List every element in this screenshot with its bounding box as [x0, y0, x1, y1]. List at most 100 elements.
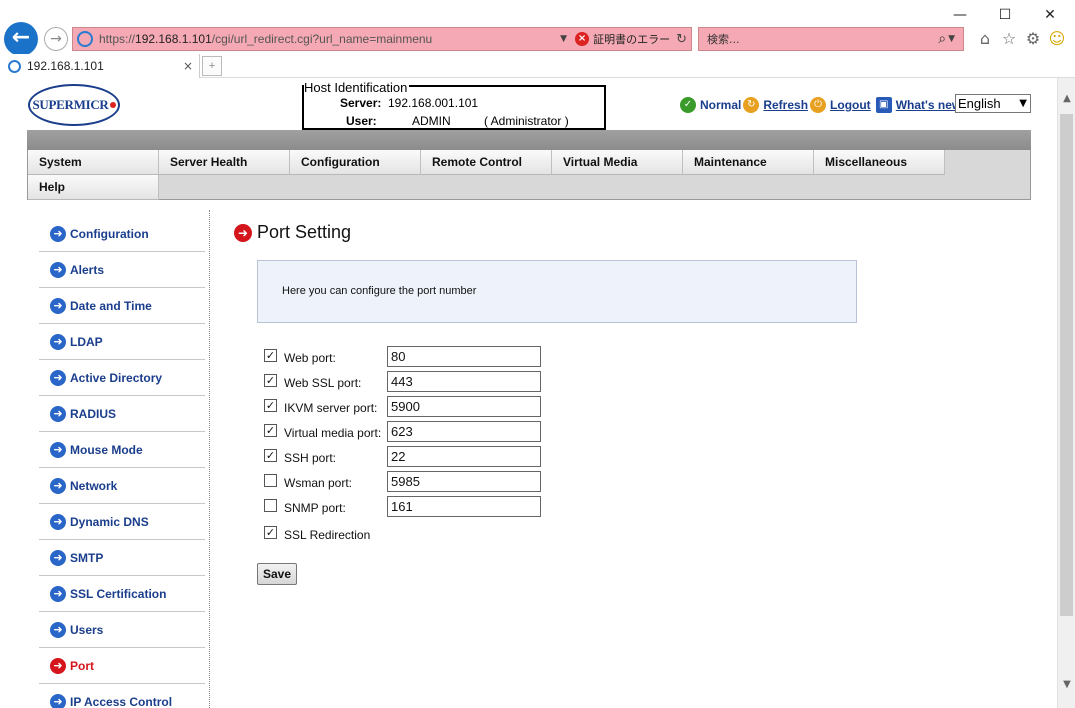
normal-status-label: Normal [700, 98, 742, 112]
search-icon[interactable]: ⌕ [938, 31, 946, 47]
sidebar-item-ldap[interactable]: ➜ LDAP [39, 324, 205, 360]
search-dropdown-icon[interactable]: ▼ [948, 34, 955, 44]
search-input[interactable]: 検索... [707, 31, 938, 47]
user-value: ADMIN [412, 114, 451, 128]
sidebar-item-radius[interactable]: ➜ RADIUS [39, 396, 205, 432]
menu-remote-control[interactable]: Remote Control [421, 150, 552, 175]
menu-system[interactable]: System [28, 150, 159, 175]
info-box: Here you can configure the port number [257, 260, 857, 323]
wsman-port-label: Wsman port: [284, 476, 353, 490]
logout-link[interactable]: Logout [830, 98, 871, 112]
refresh-icon[interactable]: ↻ [676, 32, 687, 47]
sidebar-item-mouse-mode[interactable]: ➜ Mouse Mode [39, 432, 205, 468]
sidebar-item-network[interactable]: ➜ Network [39, 468, 205, 504]
browser-tab[interactable]: 192.168.1.101 × [0, 54, 200, 78]
refresh-link[interactable]: Refresh [763, 98, 808, 112]
wsman-port-checkbox[interactable] [264, 474, 277, 487]
web-ssl-port-checkbox[interactable]: ✓ [264, 374, 277, 387]
web-port-checkbox[interactable]: ✓ [264, 349, 277, 362]
cert-error-label[interactable]: 証明書のエラー [593, 31, 670, 47]
header-links: ✓ Normal ↻ Refresh ⏻ Logout ▣ What's new [680, 95, 963, 115]
forward-button[interactable]: → [44, 27, 68, 51]
menu-miscellaneous[interactable]: Miscellaneous [814, 150, 945, 175]
whats-new-link[interactable]: What's new [896, 98, 962, 112]
snmp-port-input[interactable]: 161 [387, 496, 541, 517]
config-sidebar: ➜ Configuration ➜ Alerts ➜ Date and Time ➜ L… [39, 216, 205, 708]
web-ssl-port-input[interactable]: 443 [387, 371, 541, 392]
ikvm-port-checkbox[interactable]: ✓ [264, 399, 277, 412]
tab-close-icon[interactable]: × [183, 59, 193, 73]
smiley-feedback-icon[interactable]: ☺ [1047, 29, 1067, 49]
virtual-media-port-input[interactable]: 623 [387, 421, 541, 442]
arrow-right-icon: ➜ [50, 513, 66, 530]
ssl-redirection-label: SSL Redirection [284, 528, 371, 542]
web-ssl-port-label: Web SSL port: [284, 376, 362, 390]
back-button[interactable]: ← [4, 22, 38, 56]
menu-help[interactable]: Help [28, 175, 159, 200]
sidebar-item-active-directory[interactable]: ➜ Active Directory [39, 360, 205, 396]
favorites-star-icon[interactable]: ☆ [999, 29, 1019, 49]
snmp-port-checkbox[interactable] [264, 499, 277, 512]
address-dropdown-icon[interactable]: ▼ [560, 34, 567, 44]
new-tab-button[interactable]: + [202, 56, 222, 76]
minimize-button[interactable]: — [940, 4, 980, 26]
menu-server-health[interactable]: Server Health [159, 150, 290, 175]
url-text[interactable]: https://192.168.1.101/cgi/url_redirect.c… [99, 32, 560, 46]
page-title: ➜ Port Setting [234, 222, 351, 243]
arrow-right-icon: ➜ [50, 549, 66, 566]
ssh-port-checkbox[interactable]: ✓ [264, 449, 277, 462]
sidebar-item-configuration[interactable]: ➜ Configuration [39, 216, 205, 252]
save-button[interactable]: Save [257, 563, 297, 585]
sidebar-divider [209, 210, 210, 708]
ikvm-port-input[interactable]: 5900 [387, 396, 541, 417]
maximize-button[interactable]: ☐ [985, 4, 1025, 26]
menu-maintenance[interactable]: Maintenance [683, 150, 814, 175]
monitor-icon[interactable]: ▣ [875, 97, 892, 113]
sidebar-item-smtp[interactable]: ➜ SMTP [39, 540, 205, 576]
language-select[interactable]: English ▼ [955, 94, 1031, 113]
search-box[interactable]: 検索... ⌕ ▼ [698, 27, 964, 51]
menu-virtual-media[interactable]: Virtual Media [552, 150, 683, 175]
scroll-down-icon[interactable]: ▼ [1058, 676, 1075, 694]
arrow-right-icon: ➜ [50, 333, 66, 350]
address-bar[interactable]: https://192.168.1.101/cgi/url_redirect.c… [72, 27, 692, 51]
web-page: SUPERMICR Host Identification Server: 19… [0, 78, 1057, 708]
logout-icon[interactable]: ⏻ [810, 97, 827, 113]
header-divider-bar [27, 130, 1031, 150]
refresh-icon[interactable]: ↻ [743, 97, 760, 113]
sidebar-item-ssl-certification[interactable]: ➜ SSL Certification [39, 576, 205, 612]
arrow-right-icon: ➜ [50, 369, 66, 386]
close-window-button[interactable]: ✕ [1030, 4, 1070, 26]
ssl-redirection-checkbox[interactable]: ✓ [264, 526, 277, 539]
wsman-port-input[interactable]: 5985 [387, 471, 541, 492]
user-role: ( Administrator ) [484, 114, 569, 128]
arrow-right-icon: ➜ [50, 405, 66, 422]
arrow-right-icon: ➜ [50, 693, 66, 708]
forward-arrow-icon: → [50, 31, 62, 47]
settings-gear-icon[interactable]: ⚙ [1023, 29, 1043, 49]
ssh-port-input[interactable]: 22 [387, 446, 541, 467]
sidebar-item-users[interactable]: ➜ Users [39, 612, 205, 648]
sidebar-item-date-and-time[interactable]: ➜ Date and Time [39, 288, 205, 324]
virtual-media-port-checkbox[interactable]: ✓ [264, 424, 277, 437]
tab-title: 192.168.1.101 [27, 59, 104, 73]
web-port-label: Web port: [284, 351, 336, 365]
arrow-right-icon: ➜ [50, 441, 66, 458]
user-label: User: [346, 114, 377, 128]
scroll-up-icon[interactable]: ▲ [1058, 90, 1075, 108]
info-text: Here you can configure the port number [282, 285, 477, 297]
arrow-right-active-icon: ➜ [50, 657, 66, 674]
sidebar-item-ip-access-control[interactable]: ➜ IP Access Control [39, 684, 205, 708]
sidebar-item-port[interactable]: ➜ Port [39, 648, 205, 684]
vertical-scrollbar[interactable]: ▲ ▼ [1057, 78, 1075, 708]
cert-error-icon[interactable]: × [575, 32, 590, 46]
scrollbar-thumb[interactable] [1060, 114, 1073, 616]
sidebar-item-alerts[interactable]: ➜ Alerts [39, 252, 205, 288]
menu-configuration[interactable]: Configuration [290, 150, 421, 175]
browser-window: — ☐ ✕ ← → https://192.168.1.101/cgi/url_… [0, 0, 1075, 708]
browser-toolbar: — ☐ ✕ ← → https://192.168.1.101/cgi/url_… [0, 0, 1075, 56]
web-port-input[interactable]: 80 [387, 346, 541, 367]
sidebar-item-dynamic-dns[interactable]: ➜ Dynamic DNS [39, 504, 205, 540]
home-icon[interactable]: ⌂ [975, 29, 995, 49]
tab-bar: 192.168.1.101 × + [0, 54, 1075, 78]
